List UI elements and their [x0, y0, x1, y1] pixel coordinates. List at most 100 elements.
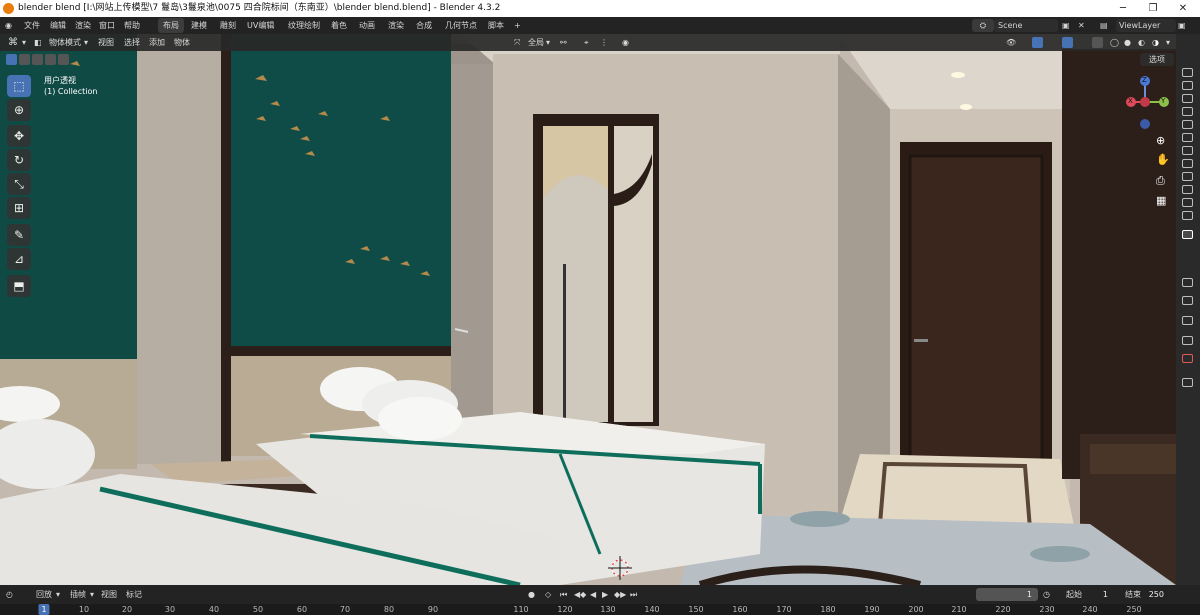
world-properties-icon[interactable]: [1182, 354, 1193, 363]
select-new-icon[interactable]: [6, 54, 17, 65]
menu-add[interactable]: 添加: [149, 34, 165, 51]
camera-icon[interactable]: [1182, 68, 1193, 77]
jump-next-keyframe-icon[interactable]: ◆▶: [614, 585, 626, 604]
frame-start-field[interactable]: 1: [1062, 588, 1114, 601]
new-scene-icon[interactable]: ▣: [1062, 17, 1070, 34]
add-workspace-button[interactable]: +: [514, 17, 521, 34]
object-mode-chevron-icon[interactable]: ▾: [84, 34, 88, 51]
camera-icon[interactable]: [1182, 185, 1193, 194]
blender-menu-icon[interactable]: ◉: [5, 17, 12, 34]
play-icon[interactable]: ▶: [602, 585, 608, 604]
tab-compositing[interactable]: 合成: [416, 17, 432, 34]
scene-icon[interactable]: ⛭: [972, 19, 994, 32]
camera-icon[interactable]: [1182, 120, 1193, 129]
transform-orientation-dropdown[interactable]: 全局: [528, 34, 544, 51]
shading-wireframe-icon[interactable]: ◯: [1110, 34, 1119, 51]
scene-properties-icon[interactable]: [1182, 336, 1193, 345]
view-layer-field[interactable]: ViewLayer: [1116, 19, 1176, 32]
snap-increment-icon[interactable]: ⋮: [600, 34, 608, 51]
overlays-toggle-icon[interactable]: [1062, 37, 1073, 48]
tab-animation[interactable]: 动画: [359, 17, 375, 34]
camera-icon[interactable]: [1182, 81, 1193, 90]
render-properties-icon[interactable]: [1182, 278, 1193, 287]
jump-prev-keyframe-icon[interactable]: ◀◆: [574, 585, 586, 604]
tab-sculpting[interactable]: 雕刻: [220, 17, 236, 34]
menu-select[interactable]: 选择: [124, 34, 140, 51]
camera-icon[interactable]: [1182, 94, 1193, 103]
menu-marker[interactable]: 标记: [126, 585, 142, 604]
snap-icon[interactable]: ⌖: [584, 34, 589, 51]
add-cube-tool[interactable]: ⬒: [7, 275, 31, 297]
tab-modeling[interactable]: 建模: [191, 17, 207, 34]
tool-settings-icon[interactable]: [1182, 230, 1193, 239]
tab-uv-editing[interactable]: UV编辑: [247, 17, 274, 34]
shading-rendered-icon[interactable]: ◑: [1152, 34, 1159, 51]
tab-shading[interactable]: 着色: [331, 17, 347, 34]
collection-properties-icon[interactable]: [1182, 378, 1193, 387]
menu-render[interactable]: 渲染: [75, 17, 91, 34]
camera-icon[interactable]: [1182, 198, 1193, 207]
move-tool[interactable]: ✥: [7, 125, 31, 147]
menu-view[interactable]: 视图: [98, 34, 114, 51]
options-dropdown[interactable]: 选项: [1140, 53, 1174, 66]
tab-scripting[interactable]: 脚本: [488, 17, 504, 34]
scale-tool[interactable]: ⤡: [7, 173, 31, 195]
tab-rendering[interactable]: 渲染: [388, 17, 404, 34]
menu-playback[interactable]: 回放: [36, 585, 52, 604]
menu-help[interactable]: 帮助: [124, 17, 140, 34]
keyframe-icon[interactable]: ◇: [545, 585, 551, 604]
proportional-edit-icon[interactable]: ◉: [622, 34, 629, 51]
camera-icon[interactable]: [1182, 172, 1193, 181]
tab-geometry-nodes[interactable]: 几何节点: [445, 17, 477, 34]
xray-toggle-icon[interactable]: [1092, 37, 1103, 48]
camera-icon[interactable]: [1182, 107, 1193, 116]
3d-viewport[interactable]: [0, 34, 1176, 585]
navigation-gizmo[interactable]: Z Y X: [1118, 72, 1174, 132]
minimize-button[interactable]: ─: [1108, 0, 1138, 17]
view-layer-icon[interactable]: ▤: [1100, 17, 1108, 34]
maximize-button[interactable]: ❐: [1138, 0, 1168, 17]
visibility-icon[interactable]: 👁: [1006, 34, 1016, 51]
menu-timeline-view[interactable]: 视图: [101, 585, 117, 604]
perspective-grid-icon[interactable]: ▦: [1156, 194, 1166, 207]
menu-window[interactable]: 窗口: [99, 17, 115, 34]
shading-options-chevron-icon[interactable]: ▾: [1166, 34, 1170, 51]
rotate-tool[interactable]: ↻: [7, 149, 31, 171]
close-button[interactable]: ✕: [1168, 0, 1198, 17]
camera-icon[interactable]: [1182, 159, 1193, 168]
jump-start-icon[interactable]: ⏮: [560, 585, 567, 604]
camera-icon[interactable]: [1182, 146, 1193, 155]
camera-icon[interactable]: [1182, 211, 1193, 220]
auto-keying-icon[interactable]: ●: [528, 585, 535, 604]
select-subtract-icon[interactable]: [32, 54, 43, 65]
measure-tool[interactable]: ⊿: [7, 248, 31, 270]
select-intersect-icon[interactable]: [45, 54, 56, 65]
annotate-tool[interactable]: ✎: [7, 224, 31, 246]
orientation-chevron-icon[interactable]: ▾: [546, 34, 550, 51]
play-reverse-icon[interactable]: ◀: [590, 585, 596, 604]
editor-type-dropdown-icon[interactable]: ▾: [22, 34, 26, 51]
object-mode-dropdown[interactable]: 物体模式: [49, 34, 81, 51]
select-extend-icon[interactable]: [19, 54, 30, 65]
current-frame-field[interactable]: 1: [976, 588, 1038, 601]
select-invert-icon[interactable]: [58, 54, 69, 65]
camera-icon[interactable]: [1182, 133, 1193, 142]
new-view-layer-icon[interactable]: ▣: [1178, 17, 1186, 34]
menu-edit[interactable]: 编辑: [50, 17, 66, 34]
delete-scene-icon[interactable]: ✕: [1078, 17, 1085, 34]
select-box-tool[interactable]: ⬚: [7, 75, 31, 97]
menu-file[interactable]: 文件: [24, 17, 40, 34]
playback-chevron-icon[interactable]: ▾: [56, 585, 60, 604]
timeline-editor-icon[interactable]: ◴: [6, 585, 13, 604]
editor-type-icon[interactable]: ⌘: [8, 34, 18, 51]
view-layer-properties-icon[interactable]: [1182, 316, 1193, 325]
shading-material-icon[interactable]: ◐: [1138, 34, 1145, 51]
frame-ruler[interactable]: 1 10 20 30 40 50 60 70 80 90 110 120 130…: [0, 604, 1200, 615]
zoom-icon[interactable]: ⊕: [1156, 134, 1165, 147]
menu-object[interactable]: 物体: [174, 34, 190, 51]
tab-texture-paint[interactable]: 纹理绘制: [288, 17, 320, 34]
keying-chevron-icon[interactable]: ▾: [90, 585, 94, 604]
tab-layout[interactable]: 布局: [158, 18, 184, 33]
pan-hand-icon[interactable]: ✋: [1156, 153, 1170, 166]
jump-end-icon[interactable]: ⏭: [630, 585, 637, 604]
